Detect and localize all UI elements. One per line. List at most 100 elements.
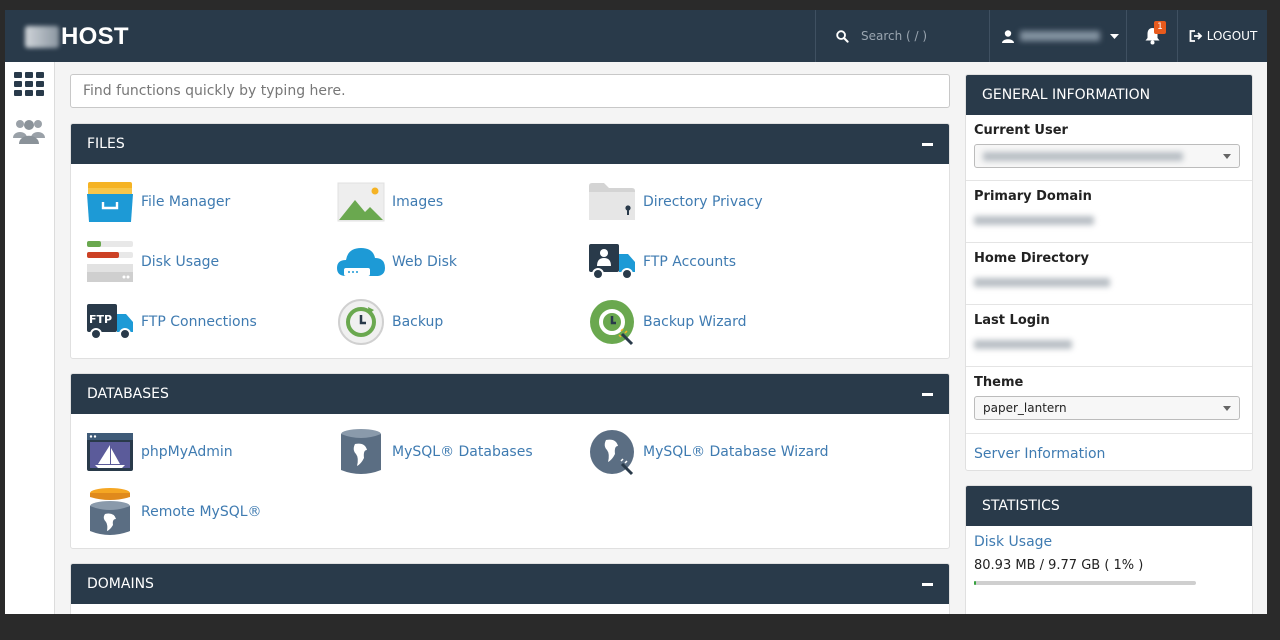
- svg-text:FTP: FTP: [89, 313, 112, 326]
- home-directory-value-redacted: [974, 278, 1110, 287]
- current-user-value-redacted: [983, 151, 1183, 161]
- statistics-title: STATISTICS: [982, 498, 1060, 514]
- file-manager-label: File Manager: [141, 194, 231, 210]
- top-bar: HOST 1 LOGOUT: [5, 10, 1267, 62]
- primary-domain-label: Primary Domain: [974, 189, 1092, 204]
- server-information-link[interactable]: Server Information: [974, 446, 1105, 462]
- directory-privacy-label: Directory Privacy: [643, 194, 763, 210]
- last-login-value-redacted: [974, 340, 1072, 349]
- main-content: FILES File Manager Images Directory Priv…: [70, 74, 950, 614]
- images-link[interactable]: Images: [336, 176, 443, 228]
- theme-value: paper_lantern: [983, 401, 1067, 415]
- theme-select[interactable]: paper_lantern: [974, 396, 1240, 420]
- users-icon: [13, 120, 45, 144]
- home-directory-row: Home Directory: [966, 243, 1252, 305]
- domains-panel-header[interactable]: DOMAINS: [71, 564, 949, 604]
- username-redacted: [1020, 31, 1100, 41]
- databases-title: DATABASES: [87, 386, 169, 402]
- logout-label: LOGOUT: [1206, 29, 1258, 43]
- collapse-icon[interactable]: [922, 142, 933, 146]
- directory-privacy-link[interactable]: Directory Privacy: [587, 176, 763, 228]
- user-manager-button[interactable]: [13, 114, 45, 146]
- domains-title: DOMAINS: [87, 576, 154, 592]
- disk-usage-stat: Disk Usage 80.93 MB / 9.77 GB ( 1% ): [966, 526, 1252, 593]
- server-information-row: Server Information: [966, 434, 1252, 470]
- divider: [1177, 10, 1178, 62]
- backup-wizard-icon: [590, 300, 634, 346]
- disk-usage-label: Disk Usage: [141, 254, 220, 270]
- ftp-connections-label: FTP Connections: [141, 314, 257, 330]
- files-panel-header[interactable]: FILES: [71, 124, 949, 164]
- collapse-icon[interactable]: [922, 392, 933, 396]
- databases-panel: DATABASES phpMyAdmin MySQL® Databases My…: [70, 373, 950, 549]
- header-search-input[interactable]: [861, 29, 971, 43]
- cpanel-window: HOST 1 LOGOUT: [5, 10, 1267, 614]
- mysql-database-wizard-label: MySQL® Database Wizard: [643, 444, 829, 460]
- logout-button[interactable]: LOGOUT: [1179, 10, 1267, 62]
- disk-usage-link[interactable]: Disk Usage: [85, 236, 219, 288]
- disk-usage-icon: [87, 241, 133, 282]
- remote-mysql-link[interactable]: Remote MySQL®: [85, 486, 262, 538]
- current-user-label: Current User: [974, 123, 1068, 138]
- dropdown-caret-icon: [1223, 405, 1231, 411]
- logo-text: HOST: [61, 23, 129, 50]
- ftp-accounts-label: FTP Accounts: [643, 254, 737, 270]
- collapse-icon[interactable]: [922, 582, 933, 586]
- current-user-select[interactable]: [974, 144, 1240, 168]
- quick-find-input[interactable]: [70, 74, 950, 108]
- web-disk-link[interactable]: Web Disk: [336, 236, 457, 288]
- primary-domain-value-redacted: [974, 216, 1094, 225]
- ftp-accounts-icon: [589, 244, 635, 280]
- databases-panel-header[interactable]: DATABASES: [71, 374, 949, 414]
- file-manager-link[interactable]: File Manager: [85, 176, 230, 228]
- mysql-wizard-icon: [590, 430, 634, 476]
- last-login-label: Last Login: [974, 313, 1050, 328]
- images-icon: [337, 182, 385, 222]
- user-menu[interactable]: [990, 10, 1125, 62]
- side-nav: [5, 62, 55, 614]
- home-grid-button[interactable]: [13, 68, 45, 100]
- ftp-connections-link[interactable]: FTP FTP Connections: [85, 296, 257, 348]
- folder-lock-icon: [589, 183, 635, 220]
- disk-usage-stat-link[interactable]: Disk Usage: [974, 534, 1244, 550]
- logout-icon: [1189, 30, 1202, 42]
- home-directory-label: Home Directory: [974, 251, 1089, 266]
- web-disk-icon: [337, 248, 385, 276]
- ftp-truck-icon: FTP: [87, 304, 133, 340]
- general-information-title: GENERAL INFORMATION: [982, 87, 1151, 103]
- search-icon: [836, 29, 849, 43]
- mysql-databases-link[interactable]: MySQL® Databases: [336, 426, 533, 478]
- current-user-row: Current User: [966, 115, 1252, 181]
- remote-mysql-label: Remote MySQL®: [141, 504, 262, 520]
- ftp-accounts-link[interactable]: FTP Accounts: [587, 236, 736, 288]
- mysql-databases-label: MySQL® Databases: [392, 444, 533, 460]
- files-title: FILES: [87, 136, 125, 152]
- backup-label: Backup: [392, 314, 444, 330]
- remote-mysql-icon: [90, 488, 130, 535]
- phpmyadmin-link[interactable]: phpMyAdmin: [85, 426, 233, 478]
- backup-link[interactable]: Backup: [336, 296, 443, 348]
- mysql-database-wizard-link[interactable]: MySQL® Database Wizard: [587, 426, 829, 478]
- domains-panel: DOMAINS: [70, 563, 950, 614]
- logo[interactable]: HOST: [25, 23, 129, 51]
- user-icon: [1002, 29, 1014, 43]
- backup-wizard-link[interactable]: Backup Wizard: [587, 296, 747, 348]
- files-panel: FILES File Manager Images Directory Priv…: [70, 123, 950, 359]
- header-search[interactable]: [816, 10, 988, 62]
- general-information-header: GENERAL INFORMATION: [966, 75, 1252, 115]
- notifications-button[interactable]: 1: [1127, 10, 1177, 62]
- disk-usage-stat-value: 80.93 MB / 9.77 GB ( 1% ): [974, 558, 1144, 573]
- caret-down-icon: [1110, 33, 1119, 39]
- statistics-header: STATISTICS: [966, 486, 1252, 526]
- logo-redacted-part: [25, 26, 59, 48]
- phpmyadmin-label: phpMyAdmin: [141, 444, 233, 460]
- dropdown-caret-icon: [1223, 153, 1231, 159]
- theme-label: Theme: [974, 375, 1024, 390]
- theme-row: Theme paper_lantern: [966, 367, 1252, 434]
- last-login-row: Last Login: [966, 305, 1252, 367]
- general-information-box: GENERAL INFORMATION Current User Primary…: [965, 74, 1253, 471]
- statistics-box: STATISTICS Disk Usage 80.93 MB / 9.77 GB…: [965, 485, 1253, 614]
- phpmyadmin-icon: [87, 433, 133, 471]
- web-disk-label: Web Disk: [392, 254, 458, 270]
- disk-usage-progress-bar: [974, 581, 1196, 585]
